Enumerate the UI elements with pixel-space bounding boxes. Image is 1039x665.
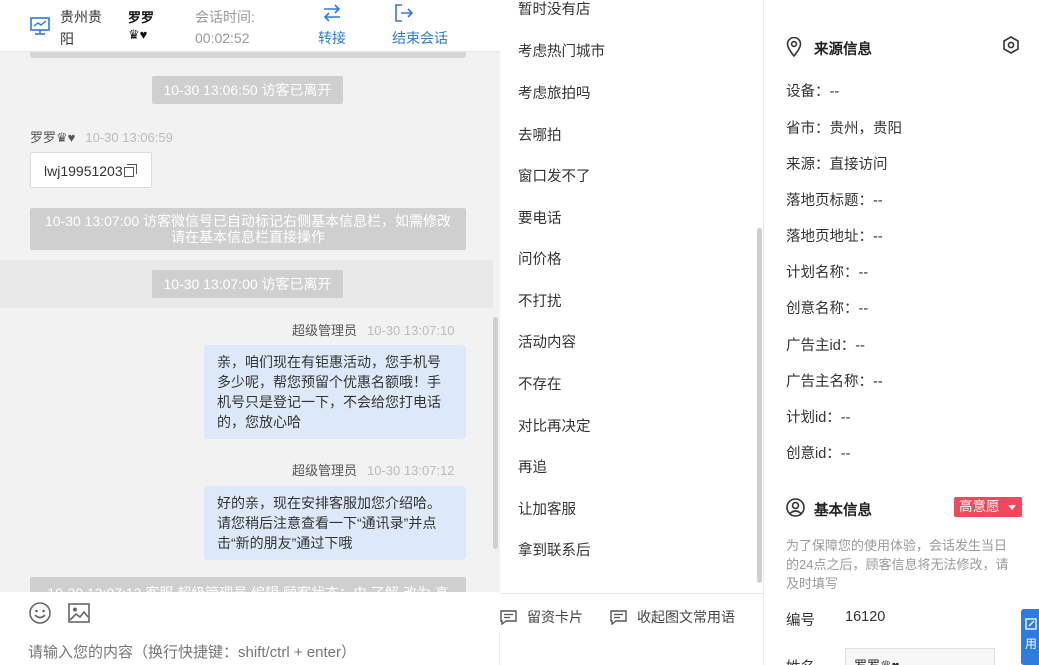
chat-scrollbar[interactable]	[493, 317, 498, 549]
visitor-message-name: 罗罗♛♥	[30, 130, 76, 145]
monitor-icon	[30, 17, 50, 35]
quick-reply-item[interactable]: 对比再决定	[518, 415, 591, 436]
quick-reply-item[interactable]: 不存在	[518, 373, 562, 394]
collapse-phrases-button[interactable]: 收起图文常用语	[610, 607, 735, 627]
visitor-message-meta: 罗罗♛♥ 10-30 13:06:59	[30, 127, 173, 146]
lead-card-button[interactable]: 留资卡片	[500, 607, 583, 627]
transfer-icon	[323, 4, 341, 22]
wechat-id-message[interactable]: lwj19951203	[30, 152, 152, 188]
message-divider	[30, 52, 466, 58]
agent-message-bubble: 亲，咱们现在有钜惠活动，您手机号多少呢，帮您预留个优惠名额哦！手机号只是登记一下…	[204, 345, 466, 439]
visitor-location: 贵州贵阳	[60, 9, 102, 47]
quick-reply-item[interactable]: 不打扰	[518, 290, 562, 311]
logout-icon	[395, 4, 414, 22]
chat-header: 贵州贵阳 罗罗♛♥ 会话时间: 00:02:52 转接 结束会话	[0, 0, 500, 52]
caret-down-icon	[1008, 505, 1016, 510]
chat-messages[interactable]: 10-30 13:06:50 访客已离开 罗罗♛♥ 10-30 13:06:59 …	[0, 52, 500, 592]
visitor-message-time: 10-30 13:06:59	[85, 130, 173, 145]
quick-reply-item[interactable]: 暂时没有店	[518, 0, 591, 19]
chat-panel: 贵州贵阳 罗罗♛♥ 会话时间: 00:02:52 转接 结束会话 10-30 1…	[0, 0, 500, 665]
info-panel: 来源信息 设备：-- 省市：贵州，贵阳 来源：直接访问 落地页标题：-- 落地页…	[764, 0, 1039, 665]
collapse-phrases-label: 收起图文常用语	[637, 609, 735, 625]
intent-dropdown[interactable]: 高意愿	[954, 497, 1022, 517]
basic-info-title: 基本信息	[814, 503, 872, 519]
copy-icon[interactable]	[123, 164, 137, 177]
source-landing-url: 落地页地址：--	[786, 229, 883, 245]
system-message: 10-30 13:07:00 访客微信号已自动标记右侧基本信息栏，如需修改 请在…	[30, 208, 466, 250]
quick-reply-item[interactable]: 再追	[518, 456, 547, 477]
lead-card-label: 留资卡片	[527, 609, 583, 625]
image-icon[interactable]	[68, 603, 90, 626]
source-device: 设备：--	[786, 84, 840, 100]
end-session-button[interactable]: 结束会话	[392, 4, 448, 48]
intent-value: 高意愿	[959, 499, 1000, 514]
transfer-label: 转接	[318, 30, 346, 46]
source-creative-name: 创意名称：--	[786, 301, 869, 317]
customer-id-label: 编号	[786, 613, 815, 629]
message-icon	[610, 610, 627, 626]
quick-reply-item[interactable]: 让加客服	[518, 498, 576, 519]
agent-message-name: 超级管理员	[292, 323, 358, 338]
quick-replies-panel: 暂时没有店 考虑热门城市 考虑旅拍吗 去哪拍 窗口发不了 要电话 问价格 不打扰…	[500, 0, 764, 665]
system-message-line: 请在基本信息栏直接操作	[171, 229, 325, 245]
quick-reply-item[interactable]: 拿到联系后	[518, 539, 591, 560]
source-channel: 来源：直接访问	[786, 157, 888, 173]
message-input[interactable]	[28, 644, 488, 661]
source-creative-id: 创意id：--	[786, 446, 851, 462]
quick-reply-item[interactable]: 去哪拍	[518, 124, 562, 145]
system-message: 10-30 13:07:00 访客已离开	[152, 270, 343, 298]
system-message: 10-30 13:07:13 客服 超级管理员 编辑 顾客状态：由 了解 改为 …	[30, 577, 466, 592]
visitor-name: 罗罗♛♥	[128, 10, 155, 42]
location-pin-icon	[786, 36, 802, 60]
toolbar-divider	[500, 593, 764, 594]
quick-reply-item[interactable]: 考虑旅拍吗	[518, 82, 591, 103]
card-icon	[500, 610, 517, 626]
end-session-label: 结束会话	[392, 30, 448, 46]
source-landing-title: 落地页标题：--	[786, 193, 883, 209]
agent-message-meta: 超级管理员 10-30 13:07:12	[292, 460, 454, 479]
quick-reply-item[interactable]: 考虑热门城市	[518, 40, 605, 61]
edit-notice: 为了保障您的使用体验，会话发生当日的24点之后，顾客信息将无法修改，请及时填写	[786, 538, 1009, 591]
transfer-button[interactable]: 转接	[318, 4, 346, 48]
agent-message-meta: 超级管理员 10-30 13:07:10	[292, 320, 454, 339]
quick-reply-item[interactable]: 要电话	[518, 207, 562, 228]
source-advertiser-name: 广告主名称：--	[786, 374, 883, 390]
chat-toolbar	[0, 592, 500, 632]
floating-action-button[interactable]: 用	[1021, 609, 1039, 665]
source-region: 省市：贵州，贵阳	[786, 121, 902, 137]
quick-reply-item[interactable]: 问价格	[518, 248, 562, 269]
customer-name-label: 姓名	[786, 656, 815, 665]
agent-message-time: 10-30 13:07:10	[367, 323, 455, 338]
quick-replies-scrollbar[interactable]	[757, 228, 762, 583]
emoji-icon[interactable]	[29, 602, 51, 627]
customer-id-value: 16120	[845, 609, 886, 625]
floating-button-label: 用	[1025, 637, 1038, 651]
user-circle-icon	[786, 498, 805, 520]
agent-message-time: 10-30 13:07:12	[367, 463, 455, 478]
quick-reply-item[interactable]: 活动内容	[518, 331, 576, 352]
settings-icon[interactable]	[1002, 36, 1020, 57]
source-info-title: 来源信息	[814, 42, 872, 58]
system-message: 10-30 13:06:50 访客已离开	[152, 76, 343, 104]
source-plan-id: 计划id：--	[786, 410, 851, 426]
agent-message-bubble: 好的亲，现在安排客服加您介绍哈。请您稍后注意查看一下“通讯录”并点击“新的朋友”…	[204, 486, 466, 560]
session-time: 00:02:52	[195, 30, 250, 46]
source-advertiser-id: 广告主id：--	[786, 338, 865, 354]
source-plan-name: 计划名称：--	[786, 265, 869, 281]
system-message-line: 10-30 13:07:00 访客微信号已自动标记右侧基本信息栏，如需修改	[44, 213, 452, 229]
agent-message-name: 超级管理员	[292, 463, 358, 478]
wechat-id-text: lwj19951203	[44, 163, 123, 179]
customer-name-field[interactable]: 罗罗♛♥	[845, 648, 995, 665]
session-time-label: 会话时间:	[195, 9, 255, 25]
edit-icon	[1025, 618, 1037, 630]
quick-reply-item[interactable]: 窗口发不了	[518, 165, 591, 186]
